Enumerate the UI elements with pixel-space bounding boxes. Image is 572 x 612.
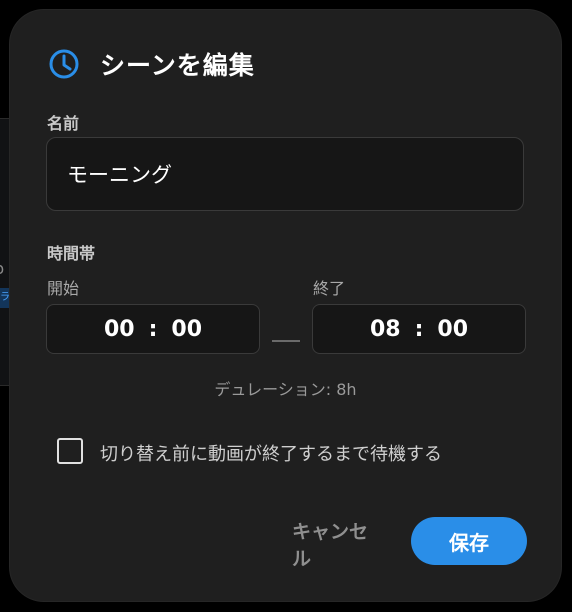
end-hour[interactable]: 08: [370, 317, 401, 342]
background-glyph: p: [0, 259, 4, 278]
duration-text: デュレーション: 8h: [214, 380, 357, 399]
clock-icon: [48, 48, 80, 80]
start-minute[interactable]: 00: [171, 317, 202, 342]
time-separator: :: [414, 316, 424, 342]
wait-for-video-checkbox[interactable]: [57, 438, 83, 464]
end-time-label: 終了: [313, 279, 346, 298]
end-time-input[interactable]: 08 : 00: [312, 304, 526, 354]
wait-for-video-label[interactable]: 切り替え前に動画が終了するまで待機する: [100, 440, 442, 466]
dialog-title: シーンを編集: [100, 51, 255, 80]
start-time-label: 開始: [47, 279, 80, 298]
end-minute[interactable]: 00: [437, 317, 468, 342]
start-hour[interactable]: 00: [104, 317, 135, 342]
name-label: 名前: [47, 114, 80, 133]
time-separator: :: [148, 316, 158, 342]
edit-scene-dialog: シーンを編集 名前 時間帯 開始 終了 00 : 00 08 : 00 デュレー…: [10, 10, 561, 601]
cancel-button[interactable]: キャンセル: [292, 521, 384, 570]
time-period-label: 時間帯: [47, 244, 96, 263]
background-tag: ラ: [0, 288, 10, 308]
save-button[interactable]: 保存: [411, 517, 527, 565]
dialog-header: シーンを編集: [48, 46, 255, 82]
start-time-input[interactable]: 00 : 00: [46, 304, 260, 354]
scene-name-input[interactable]: [46, 137, 524, 211]
time-range-dash: [272, 340, 300, 342]
